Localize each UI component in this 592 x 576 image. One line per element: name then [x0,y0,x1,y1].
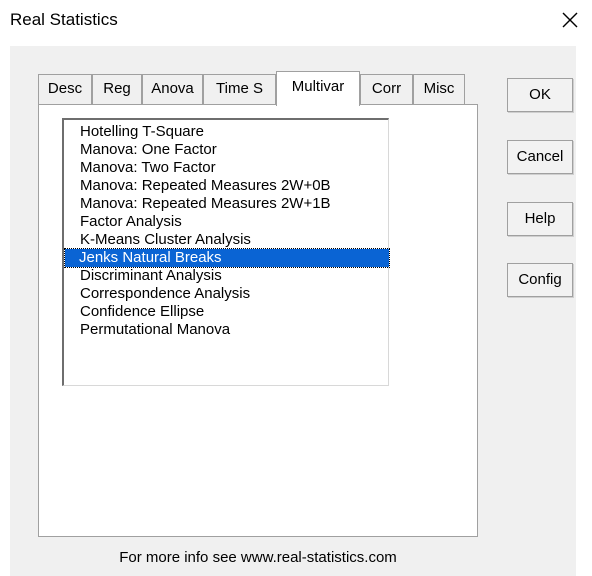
list-item-manova-2w1b[interactable]: Manova: Repeated Measures 2W+1B [66,195,386,213]
list-item-factor-analysis[interactable]: Factor Analysis [66,213,386,231]
list-item-manova-2w0b[interactable]: Manova: Repeated Measures 2W+0B [66,177,386,195]
close-icon [562,12,578,28]
list-item-discriminant[interactable]: Discriminant Analysis [66,267,386,285]
analysis-listbox[interactable]: Hotelling T-Square Manova: One Factor Ma… [62,118,390,386]
list-item-jenks-selected[interactable]: Jenks Natural Breaks [64,248,390,268]
tab-corr[interactable]: Corr [360,74,413,104]
list-item-hotelling[interactable]: Hotelling T-Square [66,123,386,141]
close-button[interactable] [555,6,585,34]
tab-multivar[interactable]: Multivar [276,71,360,106]
window-title: Real Statistics [10,10,118,29]
tab-anova[interactable]: Anova [142,74,203,104]
dialog-window: Real Statistics Desc Reg Anova Time S Mu… [0,0,592,576]
footer-info: For more info see www.real-statistics.co… [119,549,397,566]
list-item-permutational-manova[interactable]: Permutational Manova [66,321,386,339]
list-item-k-means[interactable]: K-Means Cluster Analysis [66,231,386,249]
list-item-confidence-ellipse[interactable]: Confidence Ellipse [66,303,386,321]
tab-misc[interactable]: Misc [413,74,465,104]
ok-button[interactable]: OK [507,78,573,112]
help-button[interactable]: Help [507,202,573,236]
list-item-correspondence[interactable]: Correspondence Analysis [66,285,386,303]
tab-time-s[interactable]: Time S [203,74,276,104]
list-item-manova-one-factor[interactable]: Manova: One Factor [66,141,386,159]
cancel-button[interactable]: Cancel [507,140,573,174]
config-button[interactable]: Config [507,263,573,297]
tab-reg[interactable]: Reg [92,74,142,104]
tab-desc[interactable]: Desc [38,74,92,104]
list-item-manova-two-factor[interactable]: Manova: Two Factor [66,159,386,177]
